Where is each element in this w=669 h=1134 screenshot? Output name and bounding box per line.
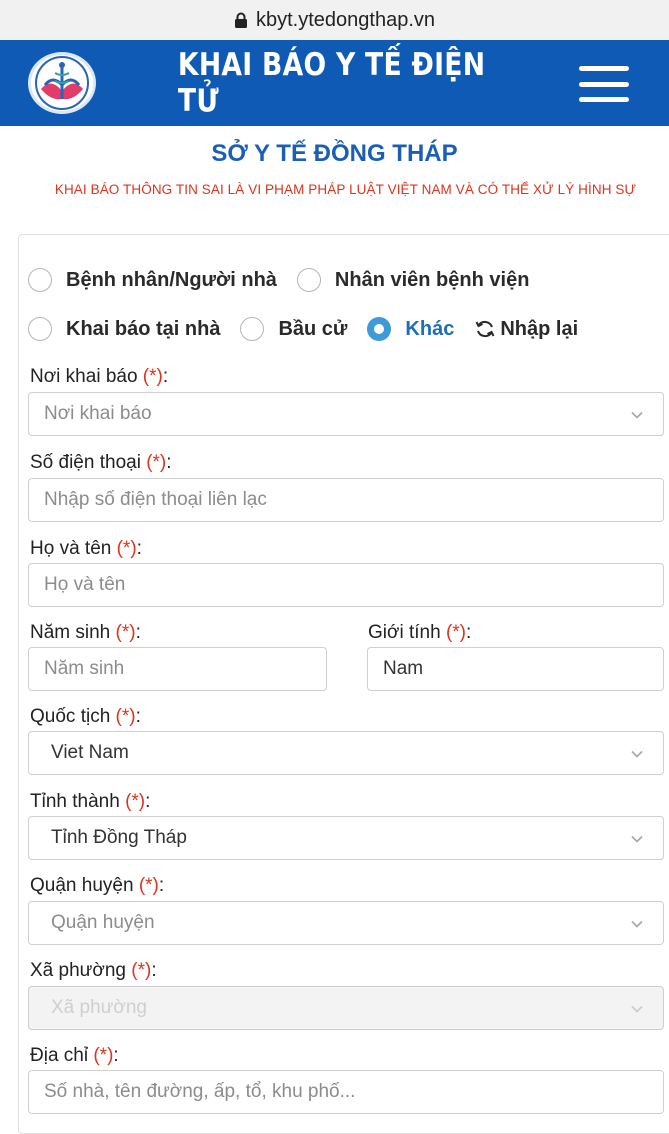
browser-url-bar[interactable]: kbyt.ytedongthap.vn [0, 0, 669, 40]
lock-icon [234, 12, 247, 28]
url-text: kbyt.ytedongthap.vn [255, 8, 435, 31]
district-label: Quận huyện (*): [30, 875, 165, 896]
app-header: KHAI BÁO Y TẾ ĐIỆN TỬ [0, 40, 669, 126]
radio-circle[interactable] [296, 268, 321, 292]
hamburger-menu-icon[interactable] [579, 66, 629, 102]
radio-home[interactable]: Khai báo tại nhà [28, 317, 220, 341]
org-title: SỞ Y TẾ ĐỒNG THÁP [211, 140, 458, 167]
phone-input[interactable]: Nhập số điện thoại liên lạc [28, 478, 664, 522]
gender-select[interactable]: Nam [367, 647, 664, 691]
nationality-select[interactable]: Viet Nam [28, 731, 664, 775]
district-select[interactable]: Quận huyện [28, 901, 664, 945]
radio-patient[interactable]: Bệnh nhân/Người nhà [28, 268, 277, 292]
name-input[interactable]: Họ và tên [28, 563, 664, 607]
province-label: Tỉnh thành (*): [30, 791, 151, 812]
nationality-label: Quốc tịch (*): [30, 706, 141, 727]
refresh-icon [475, 320, 495, 338]
radio-other[interactable]: Khác [367, 317, 454, 341]
chevron-down-icon [631, 835, 643, 843]
chevron-down-icon [631, 1005, 643, 1013]
province-select[interactable]: Tỉnh Đồng Tháp [28, 816, 664, 860]
place-select[interactable]: Nơi khai báo [28, 392, 664, 436]
radio-election[interactable]: Bầu cử [240, 317, 347, 341]
app-title: KHAI BÁO Y TẾ ĐIỆN TỬ [177, 47, 486, 119]
gender-label: Giới tính (*): [368, 622, 472, 643]
reset-button[interactable]: Nhập lại [474, 318, 578, 341]
logo [28, 52, 96, 114]
radio-row-2: Khai báo tại nhà Bầu cử Khác Nhập lại [28, 317, 578, 341]
birth-year-label: Năm sinh (*): [30, 622, 141, 643]
ward-label: Xã phường (*): [30, 960, 157, 981]
chevron-down-icon [631, 750, 643, 758]
address-input[interactable]: Số nhà, tên đường, ấp, tổ, khu phố... [28, 1070, 664, 1114]
radio-circle-checked[interactable] [367, 317, 392, 341]
address-label: Địa chỉ (*): [30, 1045, 119, 1066]
legal-warning: KHAI BÁO THÔNG TIN SAI LÀ VI PHẠM PHÁP L… [54, 182, 637, 197]
caduceus-logo-icon [35, 56, 89, 110]
chevron-down-icon [631, 411, 643, 419]
radio-row-1: Bệnh nhân/Người nhà Nhân viên bệnh viện [28, 268, 549, 292]
phone-label: Số điện thoại (*): [30, 452, 172, 473]
radio-circle[interactable] [240, 317, 265, 341]
radio-circle[interactable] [28, 317, 52, 341]
ward-select: Xã phường [28, 986, 664, 1030]
birth-year-input[interactable]: Năm sinh [28, 647, 327, 691]
name-label: Họ và tên (*): [30, 538, 142, 559]
radio-circle[interactable] [28, 268, 52, 292]
chevron-down-icon [631, 920, 643, 928]
place-label: Nơi khai báo (*): [30, 366, 169, 387]
radio-staff[interactable]: Nhân viên bệnh viện [296, 268, 529, 292]
